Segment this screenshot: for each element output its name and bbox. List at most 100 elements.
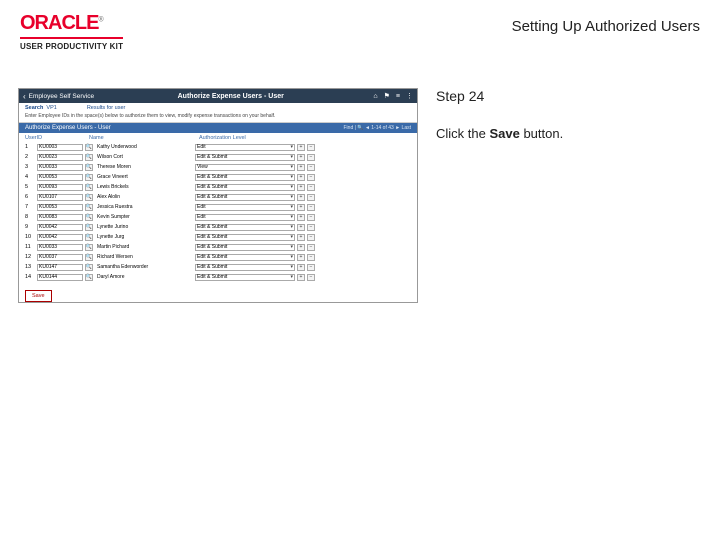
auth-select[interactable]: Edit & Submit▾ (195, 224, 295, 231)
lookup-icon[interactable]: 🔍 (85, 194, 93, 201)
lookup-icon[interactable]: 🔍 (85, 234, 93, 241)
auth-select[interactable]: Edit & Submit▾ (195, 264, 295, 271)
userid-input[interactable]: KU0107 (37, 194, 83, 201)
auth-select[interactable]: Edit & Submit▾ (195, 174, 295, 181)
lookup-icon[interactable]: 🔍 (85, 244, 93, 251)
add-row-button[interactable]: + (297, 164, 305, 171)
app-screenshot: ‹ Employee Self Service Authorize Expens… (18, 88, 418, 303)
chevron-down-icon: ▾ (290, 224, 293, 230)
lookup-icon[interactable]: 🔍 (85, 164, 93, 171)
remove-row-button[interactable]: − (307, 204, 315, 211)
save-button[interactable]: Save (25, 290, 52, 302)
add-row-button[interactable]: + (297, 254, 305, 261)
back-icon[interactable]: ‹ (23, 92, 26, 101)
lookup-icon[interactable]: 🔍 (85, 264, 93, 271)
remove-row-button[interactable]: − (307, 254, 315, 261)
grid-nav[interactable]: Find | 🔍 ◄ 1-14 of 43 ► Last (344, 125, 412, 131)
home-icon[interactable]: ⌂ (373, 93, 377, 100)
name-text: Lynette Jurino (95, 224, 193, 231)
table-row: 14KU0144🔍Daryl AmoreEdit & Submit▾+− (25, 272, 411, 282)
add-row-button[interactable]: + (297, 144, 305, 151)
table-row: 1KU0003🔍Kathy UnderwoodEdit▾+− (25, 142, 411, 152)
name-text: Therese Moren (95, 164, 193, 171)
more-icon[interactable]: ⋮ (406, 92, 413, 100)
userid-input[interactable]: KU0147 (37, 264, 83, 271)
auth-select[interactable]: Edit & Submit▾ (195, 274, 295, 281)
lookup-icon[interactable]: 🔍 (85, 154, 93, 161)
remove-row-button[interactable]: − (307, 264, 315, 271)
add-row-button[interactable]: + (297, 204, 305, 211)
auth-select[interactable]: Edit▾ (195, 214, 295, 221)
back-label[interactable]: Employee Self Service (29, 93, 94, 100)
userid-input[interactable]: KU0003 (37, 144, 83, 151)
remove-row-button[interactable]: − (307, 164, 315, 171)
auth-select[interactable]: Edit & Submit▾ (195, 154, 295, 161)
add-row-button[interactable]: + (297, 154, 305, 161)
add-row-button[interactable]: + (297, 244, 305, 251)
chevron-down-icon: ▾ (290, 234, 293, 240)
userid-input[interactable]: KU0033 (37, 164, 83, 171)
userid-input[interactable]: KU0144 (37, 274, 83, 281)
table-row: 4KU0053🔍Grace VineertEdit & Submit▾+− (25, 172, 411, 182)
remove-row-button[interactable]: − (307, 274, 315, 281)
auth-select[interactable]: Edit▾ (195, 204, 295, 211)
table-row: 2KU0023🔍Wilson CortEdit & Submit▾+− (25, 152, 411, 162)
auth-select[interactable]: Edit & Submit▾ (195, 234, 295, 241)
userid-input[interactable]: KU0083 (37, 214, 83, 221)
remove-row-button[interactable]: − (307, 244, 315, 251)
remove-row-button[interactable]: − (307, 234, 315, 241)
userid-input[interactable]: KU0093 (37, 184, 83, 191)
auth-select[interactable]: Edit & Submit▾ (195, 244, 295, 251)
userid-input[interactable]: KU0042 (37, 234, 83, 241)
row-num: 4 (25, 174, 35, 180)
add-row-button[interactable]: + (297, 184, 305, 191)
auth-select[interactable]: View▾ (195, 164, 295, 171)
name-text: Alex Alolin (95, 194, 193, 201)
find-link[interactable]: Find (344, 125, 354, 131)
userid-input[interactable]: KU0053 (37, 174, 83, 181)
auth-select[interactable]: Edit▾ (195, 144, 295, 151)
userid-input[interactable]: KU0042 (37, 224, 83, 231)
remove-row-button[interactable]: − (307, 174, 315, 181)
last-link[interactable]: Last (402, 125, 411, 131)
chevron-down-icon: ▾ (290, 144, 293, 150)
search-label: Search (25, 105, 43, 111)
add-row-button[interactable]: + (297, 274, 305, 281)
userid-input[interactable]: KU0037 (37, 254, 83, 261)
lookup-icon[interactable]: 🔍 (85, 254, 93, 261)
lookup-icon[interactable]: 🔍 (85, 214, 93, 221)
userid-input[interactable]: KU0033 (37, 244, 83, 251)
userid-input[interactable]: KU0023 (37, 154, 83, 161)
auth-select[interactable]: Edit & Submit▾ (195, 254, 295, 261)
remove-row-button[interactable]: − (307, 184, 315, 191)
add-row-button[interactable]: + (297, 224, 305, 231)
flag-icon[interactable]: ⚑ (384, 92, 390, 100)
lookup-icon[interactable]: 🔍 (85, 184, 93, 191)
menu-icon[interactable]: ≡ (396, 93, 400, 100)
remove-row-button[interactable]: − (307, 154, 315, 161)
lookup-icon[interactable]: 🔍 (85, 224, 93, 231)
subbrand-text: USER PRODUCTIVITY KIT (20, 42, 123, 51)
remove-row-button[interactable]: − (307, 224, 315, 231)
auth-select[interactable]: Edit & Submit▾ (195, 184, 295, 191)
userid-input[interactable]: KU0053 (37, 204, 83, 211)
doc-header: ORACLE® USER PRODUCTIVITY KIT Setting Up… (0, 0, 720, 58)
remove-row-button[interactable]: − (307, 144, 315, 151)
lookup-icon[interactable]: 🔍 (85, 204, 93, 211)
lookup-icon[interactable]: 🔍 (85, 144, 93, 151)
name-text: Wilson Cort (95, 154, 193, 161)
remove-row-button[interactable]: − (307, 214, 315, 221)
app-topbar: ‹ Employee Self Service Authorize Expens… (19, 89, 417, 103)
auth-select[interactable]: Edit & Submit▾ (195, 194, 295, 201)
name-text: Martin Pichard (95, 244, 193, 251)
name-text: Lynette Jurg (95, 234, 193, 241)
pipe: | (355, 125, 356, 131)
remove-row-button[interactable]: − (307, 194, 315, 201)
lookup-icon[interactable]: 🔍 (85, 274, 93, 281)
lookup-icon[interactable]: 🔍 (85, 174, 93, 181)
add-row-button[interactable]: + (297, 234, 305, 241)
add-row-button[interactable]: + (297, 194, 305, 201)
add-row-button[interactable]: + (297, 214, 305, 221)
add-row-button[interactable]: + (297, 264, 305, 271)
add-row-button[interactable]: + (297, 174, 305, 181)
